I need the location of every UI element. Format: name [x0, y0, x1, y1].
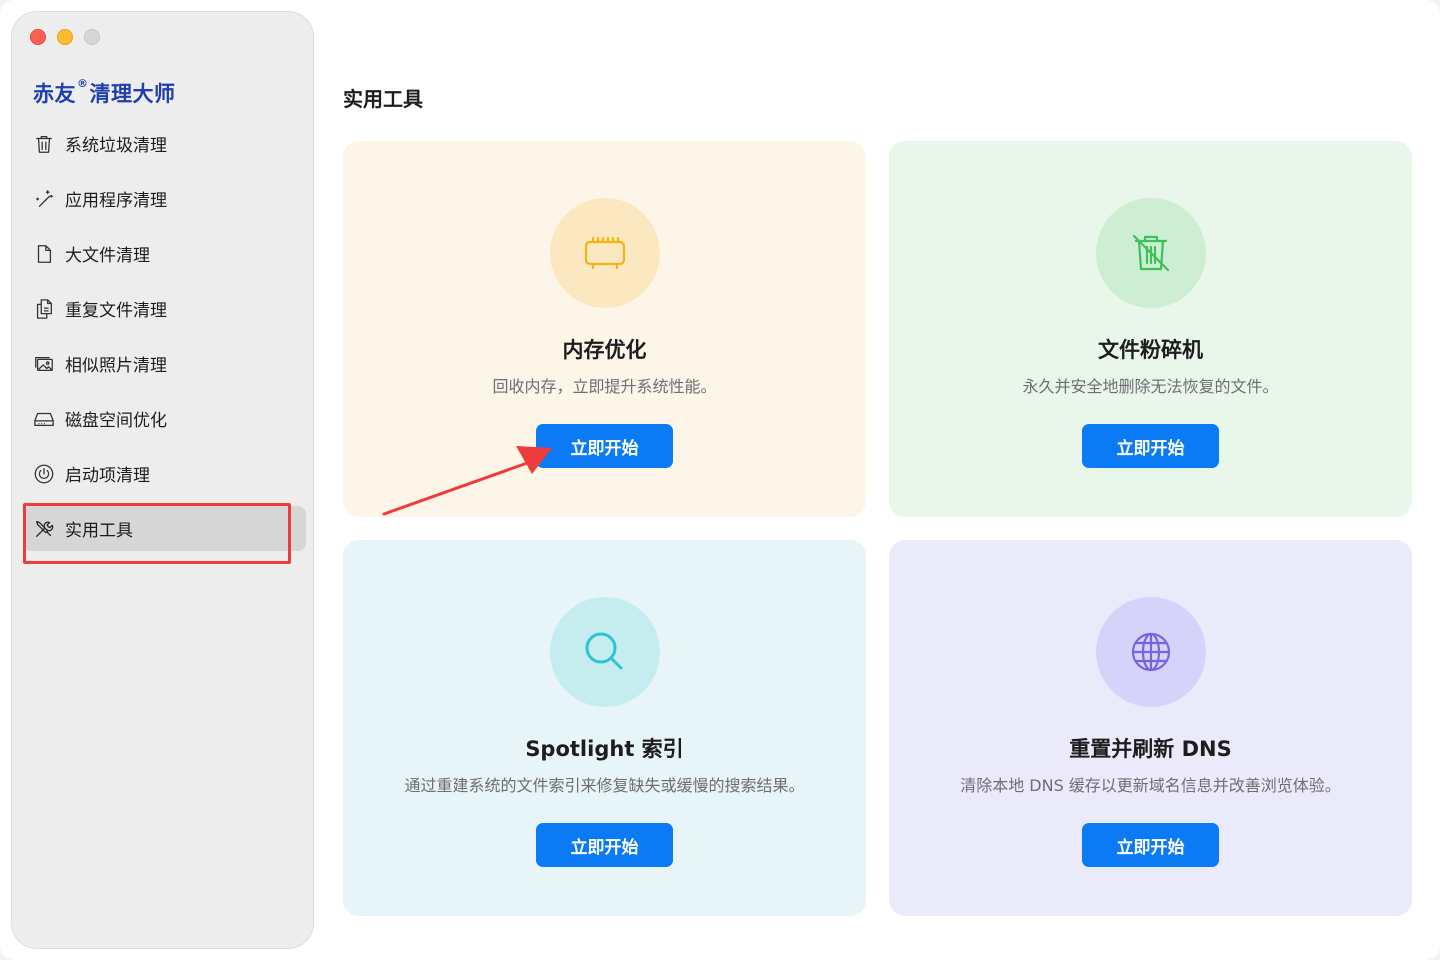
power-icon	[33, 463, 55, 485]
document-icon	[33, 243, 55, 265]
file-shredder-card: 文件粉碎机 永久并安全地删除无法恢复的文件。 立即开始	[889, 141, 1412, 517]
app-brand: 赤友 ® 清理大师	[33, 77, 176, 108]
sidebar-item-startup-items[interactable]: 启动项清理	[23, 451, 306, 496]
brand-name-part1: 赤友	[33, 82, 76, 106]
sidebar-item-large-files[interactable]: 大文件清理	[23, 231, 306, 276]
sidebar-item-label: 相似照片清理	[65, 356, 167, 376]
sidebar-item-label: 系统垃圾清理	[65, 136, 167, 156]
spotlight-start-button[interactable]: 立即开始	[536, 823, 673, 867]
sidebar: 赤友 ® 清理大师 系统垃圾清理 应用程序清理 大文件清理 重复文件清理 相似照…	[11, 11, 314, 949]
sidebar-nav: 系统垃圾清理 应用程序清理 大文件清理 重复文件清理 相似照片清理 磁盘空间优化…	[23, 121, 306, 561]
sidebar-item-label: 启动项清理	[65, 466, 150, 486]
magnifier-icon	[549, 597, 660, 707]
memory-chip-icon	[549, 198, 660, 308]
card-description: 清除本地 DNS 缓存以更新域名信息并改善浏览体验。	[960, 776, 1341, 795]
sidebar-item-duplicate-files[interactable]: 重复文件清理	[23, 286, 306, 331]
dns-start-button[interactable]: 立即开始	[1082, 823, 1219, 867]
minimize-window-button[interactable]	[57, 29, 73, 45]
trash-icon	[33, 133, 55, 155]
card-description: 回收内存，立即提升系统性能。	[492, 377, 717, 396]
card-title: Spotlight 索引	[525, 737, 684, 761]
registered-mark: ®	[77, 77, 89, 90]
card-title: 内存优化	[562, 338, 647, 362]
page-title: 实用工具	[343, 87, 423, 111]
sidebar-item-label: 大文件清理	[65, 246, 150, 266]
close-window-button[interactable]	[30, 29, 46, 45]
globe-icon	[1095, 597, 1206, 707]
sidebar-item-label: 实用工具	[65, 521, 133, 541]
duplicate-files-icon	[33, 298, 55, 320]
window-controls	[30, 29, 100, 45]
flush-dns-card: 重置并刷新 DNS 清除本地 DNS 缓存以更新域名信息并改善浏览体验。 立即开…	[889, 540, 1412, 916]
card-description: 永久并安全地删除无法恢复的文件。	[1022, 377, 1279, 396]
sidebar-item-utilities[interactable]: 实用工具	[23, 506, 306, 551]
sidebar-item-app-cleanup[interactable]: 应用程序清理	[23, 176, 306, 221]
brand-name-part2: 清理大师	[89, 82, 176, 106]
tools-icon	[33, 518, 55, 540]
magic-wand-icon	[33, 188, 55, 210]
sidebar-item-system-junk[interactable]: 系统垃圾清理	[23, 121, 306, 166]
disk-icon	[33, 408, 55, 430]
card-title: 文件粉碎机	[1098, 338, 1203, 362]
annotation-arrow-icon	[382, 446, 552, 516]
card-description: 通过重建系统的文件索引来修复缺失或缓慢的搜索结果。	[404, 776, 805, 795]
card-title: 重置并刷新 DNS	[1069, 737, 1232, 761]
sidebar-item-similar-photos[interactable]: 相似照片清理	[23, 341, 306, 386]
shredder-start-button[interactable]: 立即开始	[1082, 424, 1219, 468]
sidebar-item-label: 应用程序清理	[65, 191, 167, 211]
shredder-trash-icon	[1095, 198, 1206, 308]
photos-icon	[33, 353, 55, 375]
app-window: 赤友 ® 清理大师 系统垃圾清理 应用程序清理 大文件清理 重复文件清理 相似照…	[0, 0, 1440, 960]
spotlight-index-card: Spotlight 索引 通过重建系统的文件索引来修复缺失或缓慢的搜索结果。 立…	[343, 540, 866, 916]
sidebar-item-label: 磁盘空间优化	[65, 411, 167, 431]
zoom-window-button[interactable]	[84, 29, 100, 45]
sidebar-item-label: 重复文件清理	[65, 301, 167, 321]
sidebar-item-disk-space[interactable]: 磁盘空间优化	[23, 396, 306, 441]
